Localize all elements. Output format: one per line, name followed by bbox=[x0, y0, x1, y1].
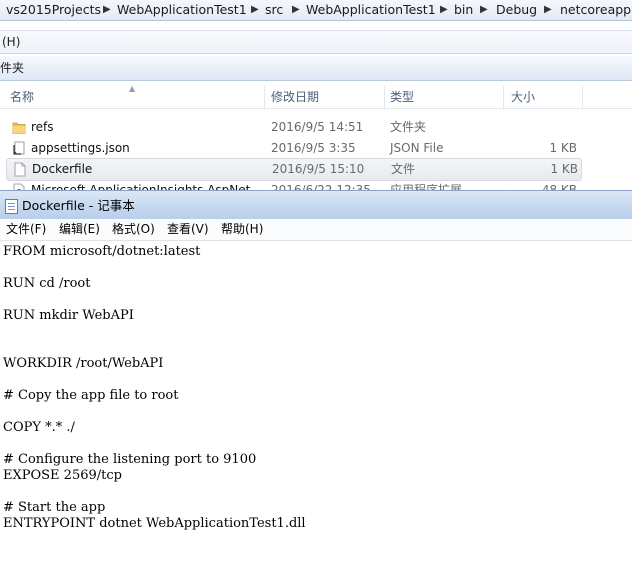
breadcrumb-separator-icon[interactable]: ▶ bbox=[103, 0, 111, 20]
window-title: Dockerfile - 记事本 bbox=[22, 198, 135, 213]
notepad-icon bbox=[5, 199, 18, 214]
sort-ascending-icon: ▲ bbox=[129, 84, 136, 93]
text-line: WORKDIR /root/WebAPI bbox=[3, 356, 164, 371]
column-divider[interactable] bbox=[384, 86, 385, 108]
column-header-row: 名称 修改日期 类型 大小 bbox=[0, 84, 632, 109]
column-divider[interactable] bbox=[264, 86, 265, 108]
file-size bbox=[506, 117, 577, 138]
file-date: 2016/9/5 3:35 bbox=[271, 141, 356, 155]
file-date: 2016/9/5 15:10 bbox=[272, 162, 365, 176]
file-type: 文件夹 bbox=[390, 120, 427, 134]
explorer-menu-bar: (H) bbox=[0, 30, 632, 54]
notepad-title-bar[interactable]: Dockerfile - 记事本 bbox=[0, 190, 632, 219]
text-line: EXPOSE 2569/tcp bbox=[3, 468, 122, 483]
breadcrumb-item[interactable]: netcoreapp1 bbox=[560, 0, 632, 20]
breadcrumb-item[interactable]: vs2015Projects bbox=[6, 0, 101, 20]
file-size: 1 KB bbox=[550, 162, 578, 176]
file-row[interactable]: appsettings.json 2016/9/5 3:35 JSON File… bbox=[6, 138, 580, 159]
file-type: 应用程序扩展 bbox=[390, 183, 463, 190]
text-editor-area[interactable]: FROM microsoft/dotnet:latest RUN cd /roo… bbox=[0, 241, 632, 571]
address-bar[interactable]: vs2015Projects ▶ WebApplicationTest1 ▶ s… bbox=[0, 0, 632, 21]
file-name: refs bbox=[31, 120, 54, 134]
breadcrumb-separator-icon[interactable]: ▶ bbox=[251, 0, 259, 20]
menu-help[interactable]: 帮助(H) bbox=[221, 219, 263, 240]
file-size: 1 KB bbox=[549, 141, 577, 155]
new-folder-button[interactable]: 件夹 bbox=[0, 61, 24, 75]
column-header-date[interactable]: 修改日期 bbox=[271, 84, 319, 108]
file-row-selected[interactable]: Dockerfile 2016/9/5 15:10 文件 1 KB bbox=[6, 158, 582, 181]
text-line: # Configure the listening port to 9100 bbox=[3, 452, 257, 467]
column-header-name[interactable]: 名称 bbox=[10, 84, 34, 108]
menu-view[interactable]: 查看(V) bbox=[167, 219, 209, 240]
file-name: appsettings.json bbox=[31, 141, 130, 155]
column-divider[interactable] bbox=[582, 86, 583, 108]
menu-help[interactable]: (H) bbox=[2, 35, 20, 49]
folder-icon bbox=[12, 122, 26, 134]
breadcrumb-separator-icon[interactable]: ▶ bbox=[544, 0, 552, 20]
column-divider[interactable] bbox=[503, 86, 504, 108]
breadcrumb-item[interactable]: src bbox=[265, 0, 283, 20]
breadcrumb-separator-icon[interactable]: ▶ bbox=[480, 0, 488, 20]
text-line: RUN mkdir WebAPI bbox=[3, 308, 134, 323]
file-type: JSON File bbox=[390, 141, 444, 155]
menu-file[interactable]: 文件(F) bbox=[6, 219, 46, 240]
explorer-toolbar: 件夹 bbox=[0, 56, 632, 81]
menu-format[interactable]: 格式(O) bbox=[112, 219, 155, 240]
file-date: 2016/6/22 12:35 bbox=[271, 183, 371, 190]
file-date: 2016/9/5 14:51 bbox=[271, 120, 364, 134]
text-line: ENTRYPOINT dotnet WebApplicationTest1.dl… bbox=[3, 516, 306, 531]
file-size: 48 KB bbox=[541, 183, 577, 190]
breadcrumb-separator-icon[interactable]: ▶ bbox=[440, 0, 448, 20]
file-row[interactable]: Microsoft.ApplicationInsights.AspNet... … bbox=[6, 180, 580, 190]
breadcrumb-item[interactable]: Debug bbox=[496, 0, 537, 20]
text-line: FROM microsoft/dotnet:latest bbox=[3, 244, 201, 259]
file-name: Dockerfile bbox=[32, 162, 93, 176]
file-type: 文件 bbox=[391, 162, 416, 176]
text-line: COPY *.* ./ bbox=[3, 420, 75, 435]
breadcrumb-item[interactable]: WebApplicationTest1 bbox=[117, 0, 247, 20]
notepad-menu-bar: 文件(F) 编辑(E) 格式(O) 查看(V) 帮助(H) bbox=[0, 219, 632, 241]
breadcrumb-separator-icon[interactable]: ▶ bbox=[292, 0, 300, 20]
explorer-window: vs2015Projects ▶ WebApplicationTest1 ▶ s… bbox=[0, 0, 632, 190]
file-row[interactable]: refs 2016/9/5 14:51 文件夹 bbox=[6, 117, 580, 138]
text-line: # Copy the app file to root bbox=[3, 388, 179, 403]
file-icon bbox=[14, 162, 26, 177]
column-header-type[interactable]: 类型 bbox=[390, 84, 414, 108]
json-file-icon bbox=[13, 141, 25, 155]
dll-file-icon bbox=[13, 183, 25, 190]
breadcrumb-item[interactable]: bin bbox=[454, 0, 473, 20]
text-line: RUN cd /root bbox=[3, 276, 91, 291]
menu-edit[interactable]: 编辑(E) bbox=[59, 219, 100, 240]
text-line: # Start the app bbox=[3, 500, 106, 515]
column-header-size[interactable]: 大小 bbox=[511, 84, 535, 108]
file-name: Microsoft.ApplicationInsights.AspNet... bbox=[31, 183, 262, 190]
breadcrumb-item[interactable]: WebApplicationTest1 bbox=[306, 0, 436, 20]
